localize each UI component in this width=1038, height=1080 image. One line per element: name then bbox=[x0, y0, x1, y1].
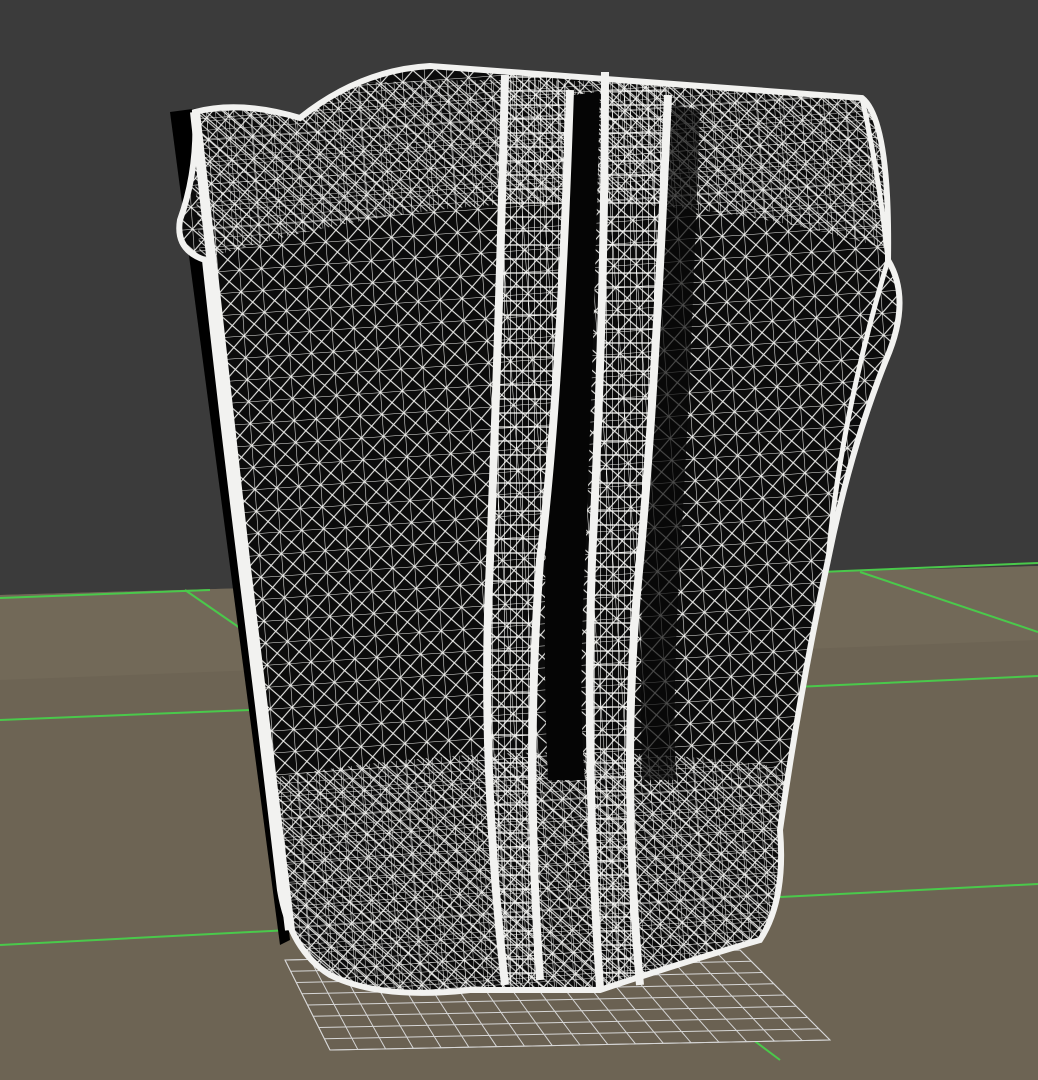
3d-viewport[interactable] bbox=[0, 0, 1038, 1080]
viewport-scene[interactable] bbox=[0, 0, 1038, 1080]
